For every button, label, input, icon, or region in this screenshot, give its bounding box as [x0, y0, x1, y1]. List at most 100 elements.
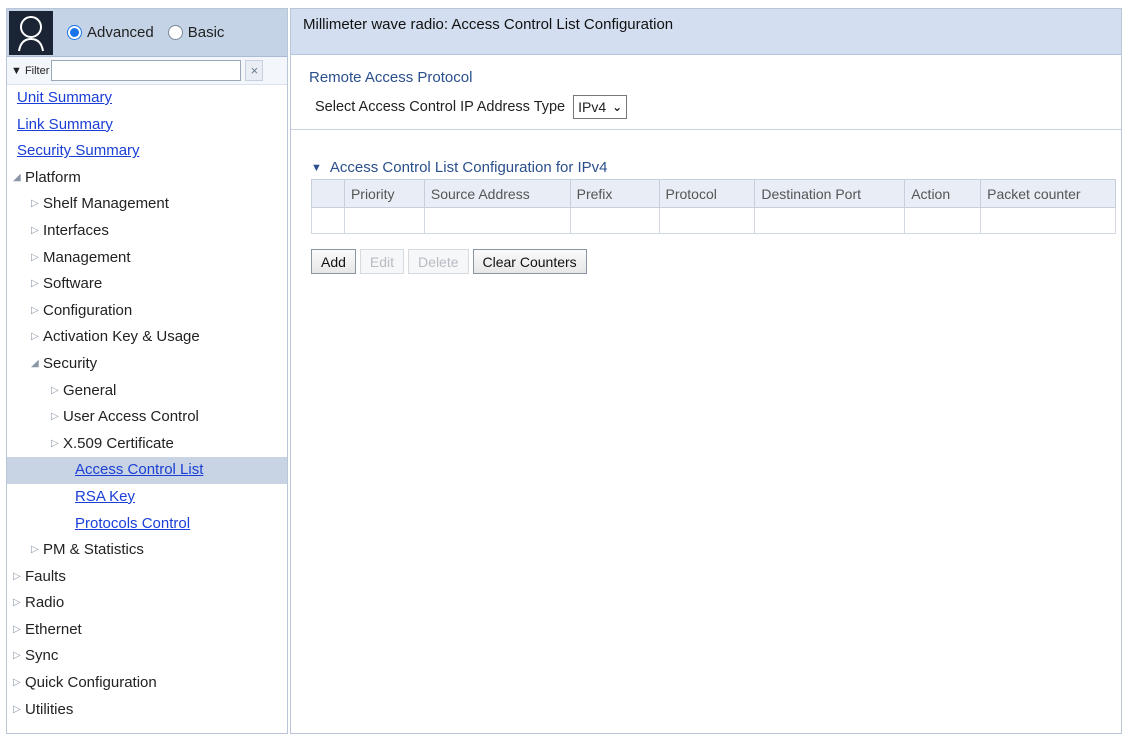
mode-selector: Advanced Basic [67, 24, 238, 41]
nav-item-label[interactable]: Protocols Control [75, 511, 190, 538]
table-row[interactable] [311, 207, 1116, 234]
nav-item-label: Sync [25, 647, 59, 665]
filter-input[interactable] [51, 60, 242, 81]
collapsed-arrow-icon[interactable]: ▷ [51, 431, 63, 458]
nav-item-label: PM & Statistics [43, 541, 144, 559]
collapsed-arrow-icon[interactable]: ▷ [31, 245, 43, 272]
nav-item-label: Activation Key & Usage [43, 328, 200, 346]
clear-counters-button[interactable]: Clear Counters [472, 249, 587, 274]
navigation-panel: Advanced Basic ▼ Filter × Unit Summary Li… [6, 8, 288, 734]
ip-type-select[interactable]: IPv4 ⌄ [573, 95, 628, 119]
filter-label[interactable]: ▼ Filter [11, 65, 49, 77]
column-header[interactable]: Packet counter [980, 179, 1116, 208]
add-button[interactable]: Add [311, 249, 356, 274]
expanded-arrow-icon[interactable]: ◢ [31, 351, 43, 378]
divider [291, 129, 1121, 130]
nav-item[interactable]: Link Summary [7, 112, 287, 139]
nav-item[interactable]: ▷ Radio [7, 590, 287, 617]
nav-item-label: Security [43, 354, 98, 372]
nav-tree: Unit Summary Link Summary Security Summary… [7, 85, 287, 723]
nav-item[interactable]: ▷ Quick Configuration [7, 670, 287, 697]
nav-item[interactable]: ▷ Ethernet [7, 617, 287, 644]
collapsed-arrow-icon[interactable]: ▷ [13, 590, 25, 617]
nav-item-label: X.509 Certificate [63, 434, 174, 452]
collapsed-arrow-icon[interactable]: ▷ [51, 378, 63, 405]
collapsed-arrow-icon[interactable]: ▷ [13, 670, 25, 697]
nav-item[interactable]: ▷ Shelf Management [7, 191, 287, 218]
collapsed-arrow-icon[interactable]: ▷ [13, 643, 25, 670]
collapsed-arrow-icon[interactable]: ▷ [13, 564, 25, 591]
collapsed-arrow-icon[interactable]: ▷ [31, 191, 43, 218]
nav-item[interactable]: ▷ PM & Statistics [7, 537, 287, 564]
nav-item[interactable]: Unit Summary [7, 85, 287, 112]
column-header[interactable] [311, 179, 345, 208]
table-cell [980, 207, 1116, 234]
column-header[interactable]: Prefix [569, 179, 660, 208]
user-icon[interactable] [9, 10, 53, 55]
collapsed-arrow-icon[interactable]: ▷ [31, 218, 43, 245]
collapsed-arrow-icon[interactable]: ▷ [31, 324, 43, 351]
nav-item[interactable]: ▷ Management [7, 245, 287, 272]
table-cell [904, 207, 982, 234]
table-header-row: Priority Source Address Prefix Protocol Dest… [311, 179, 1116, 208]
advanced-radio[interactable] [67, 25, 82, 40]
nav-item-label[interactable]: Link Summary [17, 112, 113, 139]
nav-item-label: User Access Control [63, 408, 199, 426]
nav-item[interactable]: ▷ Sync [7, 643, 287, 670]
ip-type-label: Select Access Control IP Address Type [315, 99, 566, 115]
nav-item[interactable]: ▷ X.509 Certificate [7, 431, 287, 458]
nav-item-label: Software [43, 275, 103, 293]
nav-item-label: Utilities [25, 700, 74, 718]
action-buttons: Add Edit Delete Clear Counters [311, 249, 591, 274]
table-cell [343, 207, 425, 234]
nav-item[interactable]: Access Control List [7, 457, 287, 484]
edit-button[interactable]: Edit [359, 249, 405, 274]
nav-item[interactable]: ▷ Utilities [7, 697, 287, 724]
column-header[interactable]: Action [904, 179, 982, 208]
column-header[interactable]: Protocol [658, 179, 756, 208]
clear-filter-icon[interactable]: × [245, 60, 264, 81]
nav-item-label: Quick Configuration [25, 674, 157, 692]
nav-item[interactable]: RSA Key [7, 484, 287, 511]
delete-button[interactable]: Delete [408, 249, 469, 274]
nav-item-label: Radio [25, 594, 65, 612]
nav-item[interactable]: ▷ Interfaces [7, 218, 287, 245]
nav-item-label: Platform [25, 168, 81, 186]
collapse-triangle-icon[interactable]: ▼ [311, 162, 322, 174]
nav-item[interactable]: ▷ User Access Control [7, 404, 287, 431]
column-header[interactable]: Source Address [423, 179, 571, 208]
nav-item-label[interactable]: Security Summary [17, 138, 140, 165]
mode-advanced-option[interactable]: Advanced [67, 24, 154, 41]
basic-label: Basic [187, 24, 225, 41]
mode-basic-option[interactable]: Basic [167, 24, 225, 41]
nav-item[interactable]: ◢ Security [7, 351, 287, 378]
nav-header: Advanced Basic [7, 9, 287, 57]
nav-item[interactable]: ▷ General [7, 378, 287, 405]
collapsed-arrow-icon[interactable]: ▷ [31, 271, 43, 298]
collapsed-arrow-icon[interactable]: ▷ [13, 617, 25, 644]
basic-radio[interactable] [167, 25, 183, 40]
table-cell [754, 207, 906, 234]
collapsed-arrow-icon[interactable]: ▷ [13, 697, 25, 724]
nav-item-label[interactable]: RSA Key [75, 484, 135, 511]
filter-bar: ▼ Filter × [7, 57, 287, 85]
column-header[interactable]: Destination Port [754, 179, 906, 208]
nav-item[interactable]: ▷ Activation Key & Usage [7, 324, 287, 351]
nav-item-label[interactable]: Access Control List [75, 457, 203, 484]
acl-table: Priority Source Address Prefix Protocol Dest… [311, 179, 1116, 234]
collapsed-arrow-icon[interactable]: ▷ [31, 537, 43, 564]
nav-item[interactable]: ▷ Software [7, 271, 287, 298]
nav-item-label[interactable]: Unit Summary [17, 85, 112, 112]
table-cell [658, 207, 756, 234]
column-header[interactable]: Priority [343, 179, 425, 208]
collapsed-arrow-icon[interactable]: ▷ [31, 298, 43, 325]
collapsed-arrow-icon[interactable]: ▷ [51, 404, 63, 431]
nav-item[interactable]: ◢ Platform [7, 165, 287, 192]
acl-section-toggle[interactable]: ▼ Access Control List Configuration for … [311, 159, 608, 176]
nav-item[interactable]: Security Summary [7, 138, 287, 165]
ip-type-row: Select Access Control IP Address Type IP… [315, 95, 628, 119]
nav-item[interactable]: Protocols Control [7, 511, 287, 538]
expanded-arrow-icon[interactable]: ◢ [13, 165, 25, 192]
nav-item[interactable]: ▷ Faults [7, 564, 287, 591]
nav-item[interactable]: ▷ Configuration [7, 298, 287, 325]
